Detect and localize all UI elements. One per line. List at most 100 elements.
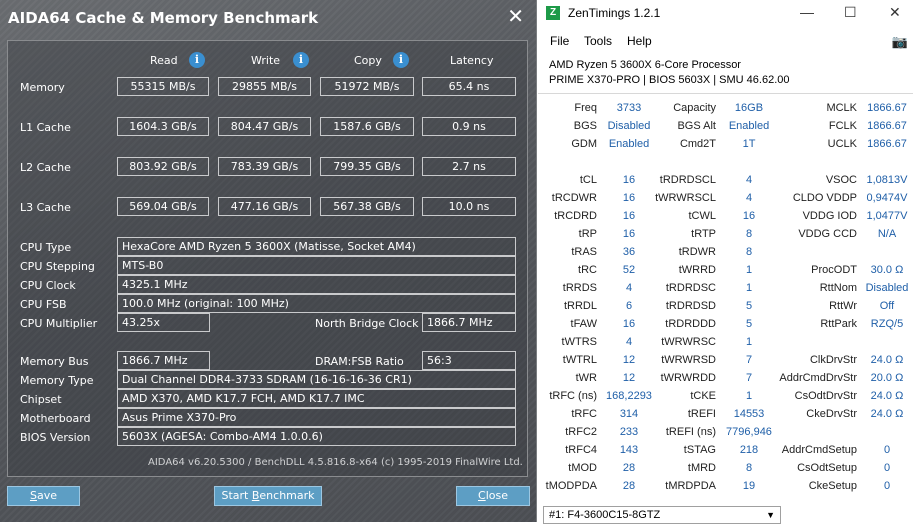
timing-label: tRDRDSD bbox=[665, 300, 716, 312]
timing-value: 1866.67 bbox=[867, 138, 907, 150]
cpu-fsb-label: CPU FSB bbox=[20, 298, 67, 311]
bios-version-value: 5603X (AGESA: Combo-AM4 1.0.0.6) bbox=[117, 427, 516, 446]
timing-label: tRDRDSC bbox=[665, 282, 716, 294]
timing-value: 1 bbox=[745, 390, 753, 402]
timing-label: tWRWRSD bbox=[661, 354, 716, 366]
save-label-rest: ave bbox=[36, 489, 57, 502]
aida64-close-icon[interactable]: ✕ bbox=[507, 5, 524, 27]
timing-label: tRDRDSCL bbox=[659, 174, 716, 186]
timing-label: tREFI bbox=[687, 408, 716, 420]
timing-label: VSOC bbox=[825, 174, 857, 186]
timing-label: tWRWRDD bbox=[660, 372, 716, 384]
timing-label: tRRDS bbox=[562, 282, 597, 294]
timing-value: Off bbox=[879, 300, 895, 312]
timing-label: VDDG CCD bbox=[798, 228, 857, 240]
timing-label: tSTAG bbox=[683, 444, 716, 456]
timing-value: 5 bbox=[745, 300, 753, 312]
timing-value: 1866.67 bbox=[867, 120, 907, 132]
timing-value: 0 bbox=[883, 480, 891, 492]
timing-value: 4 bbox=[625, 282, 633, 294]
cpu-stepping-label: CPU Stepping bbox=[20, 260, 95, 273]
timing-label: tWTRL bbox=[562, 354, 597, 366]
menu-help[interactable]: Help bbox=[627, 34, 652, 48]
timing-value: 168,2293 bbox=[606, 390, 652, 402]
timing-value: 1T bbox=[742, 138, 756, 150]
timing-label: BGS Alt bbox=[677, 120, 716, 132]
timing-label: tWRWRSC bbox=[661, 336, 716, 348]
close-hotkey: C bbox=[478, 489, 486, 502]
timing-value: 1866.67 bbox=[867, 102, 907, 114]
timing-value: 28 bbox=[622, 480, 636, 492]
timing-label: RttWr bbox=[829, 300, 857, 312]
timing-value: N/A bbox=[877, 228, 897, 240]
window-close-icon[interactable]: ✕ bbox=[889, 4, 901, 21]
timing-label: tMRD bbox=[687, 462, 716, 474]
memory-type-label: Memory Type bbox=[20, 374, 94, 387]
timing-label: tWRWRSCL bbox=[655, 192, 716, 204]
aida64-footer: AIDA64 v6.20.5300 / BenchDLL 4.5.816.8-x… bbox=[148, 457, 523, 468]
zentimings-window: Z ZenTimings 1.2.1 — ☐ ✕ File Tools Help… bbox=[538, 0, 913, 524]
l3-latency-value: 10.0 ns bbox=[422, 197, 516, 216]
bios-version-label: BIOS Version bbox=[20, 431, 91, 444]
timing-value: 12 bbox=[622, 354, 636, 366]
timing-value: 14553 bbox=[733, 408, 765, 420]
memory-copy-value: 51972 MB/s bbox=[320, 77, 414, 96]
timing-label: CLDO VDDP bbox=[792, 192, 857, 204]
timing-value: 7796,946 bbox=[726, 426, 772, 438]
cpu-clock-value: 4325.1 MHz bbox=[117, 275, 516, 294]
screenshot-camera-icon[interactable]: 📷 bbox=[892, 34, 908, 50]
timing-label: tRP bbox=[578, 228, 597, 240]
timing-value: 1,0813V bbox=[866, 174, 908, 186]
menu-tools[interactable]: Tools bbox=[584, 34, 612, 48]
memory-row-label: Memory bbox=[20, 81, 65, 94]
timing-value: 16 bbox=[622, 210, 636, 222]
start-benchmark-button[interactable]: Start Benchmark bbox=[214, 486, 322, 506]
cpu-type-label: CPU Type bbox=[20, 241, 72, 254]
copy-header: Copy bbox=[354, 54, 382, 67]
timing-value: 8 bbox=[745, 246, 753, 258]
read-info-icon[interactable]: i bbox=[189, 52, 205, 68]
timing-value: Disabled bbox=[607, 120, 651, 132]
timing-label: tRC bbox=[578, 264, 597, 276]
timing-label: VDDG IOD bbox=[802, 210, 857, 222]
write-info-icon[interactable]: i bbox=[293, 52, 309, 68]
timing-label: Capacity bbox=[673, 102, 716, 114]
timing-label: AddrCmdDrvStr bbox=[779, 372, 857, 384]
close-label-rest: lose bbox=[485, 489, 508, 502]
copy-info-icon[interactable]: i bbox=[393, 52, 409, 68]
minimize-icon[interactable]: — bbox=[800, 4, 814, 20]
timing-label: tCL bbox=[579, 174, 597, 186]
chipset-value: AMD X370, AMD K17.7 FCH, AMD K17.7 IMC bbox=[117, 389, 516, 408]
timing-value: 4 bbox=[625, 336, 633, 348]
timing-value: 28 bbox=[622, 462, 636, 474]
timing-label: tMOD bbox=[568, 462, 597, 474]
l2-write-value: 783.39 GB/s bbox=[218, 157, 311, 176]
cpu-fsb-value: 100.0 MHz (original: 100 MHz) bbox=[117, 294, 516, 313]
chipset-label: Chipset bbox=[20, 393, 62, 406]
timing-value: 19 bbox=[742, 480, 756, 492]
l3-write-value: 477.16 GB/s bbox=[218, 197, 311, 216]
l1-row-label: L1 Cache bbox=[20, 121, 71, 134]
timing-label: tMODPDA bbox=[545, 480, 597, 492]
timing-value: 0 bbox=[883, 462, 891, 474]
timing-label: tWTRS bbox=[561, 336, 597, 348]
timing-value: 24.0 Ω bbox=[870, 354, 904, 366]
timing-value: 30.0 Ω bbox=[870, 264, 904, 276]
maximize-icon[interactable]: ☐ bbox=[844, 4, 857, 21]
timing-value: 7 bbox=[745, 354, 753, 366]
timing-value: 314 bbox=[619, 408, 639, 420]
cpu-multiplier-value: 43.25x bbox=[117, 313, 210, 332]
dimm-select[interactable]: #1: F4-3600C15-8GTZ ▼ bbox=[543, 506, 781, 524]
timing-label: tRCDRD bbox=[554, 210, 597, 222]
timing-value: 4 bbox=[745, 174, 753, 186]
timing-label: tREFI (ns) bbox=[665, 426, 716, 438]
timing-value: 1,0477V bbox=[866, 210, 908, 222]
l3-row-label: L3 Cache bbox=[20, 201, 71, 214]
timing-value: 16 bbox=[622, 174, 636, 186]
timing-label: tMRDPDA bbox=[665, 480, 716, 492]
close-button[interactable]: Close bbox=[456, 486, 530, 506]
north-bridge-clock-label: North Bridge Clock bbox=[315, 317, 419, 330]
menu-file[interactable]: File bbox=[550, 34, 569, 48]
write-header: Write bbox=[251, 54, 281, 67]
save-button[interactable]: Save bbox=[7, 486, 80, 506]
